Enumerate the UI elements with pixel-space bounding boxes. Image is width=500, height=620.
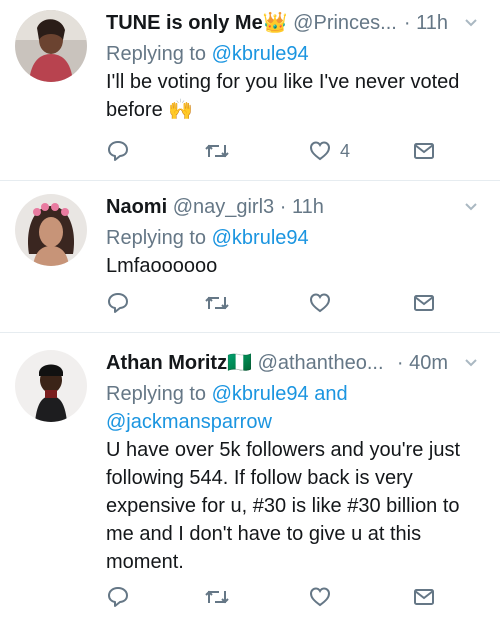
nigeria-flag-emoji: 🇳🇬: [227, 352, 252, 374]
display-name[interactable]: Athan Moritz: [106, 352, 227, 374]
timestamp[interactable]: 40m: [409, 352, 448, 374]
timestamp[interactable]: 11h: [292, 196, 324, 218]
like-button[interactable]: [308, 288, 332, 318]
reply-context: Replying to @kbrule94 and @jackmansparro…: [106, 380, 486, 436]
tweet-actions: [0, 288, 500, 318]
crown-emoji: 👑: [262, 12, 288, 34]
reply-icon: [108, 293, 128, 313]
tweet-body: I'll be voting for you like I've never v…: [106, 71, 460, 121]
tweet-1[interactable]: TUNE is only Me👑 @Princes... · 11h Reply…: [0, 0, 500, 181]
tweet-text: I'll be voting for you like I've never v…: [106, 68, 486, 124]
heart-icon: [309, 141, 331, 161]
avatar[interactable]: [15, 350, 87, 422]
like-button[interactable]: 4: [308, 136, 350, 166]
envelope-icon: [414, 589, 434, 605]
user-handle[interactable]: @athantheo...: [258, 352, 384, 374]
reply-button[interactable]: [106, 288, 130, 318]
reply-mention-2[interactable]: @jackmansparrow: [106, 411, 272, 433]
like-button[interactable]: [308, 582, 332, 612]
retweet-button[interactable]: [204, 136, 230, 166]
retweet-button[interactable]: [204, 288, 230, 318]
reply-prefix: Replying to: [106, 227, 207, 249]
tweet-2[interactable]: Naomi @nay_girl3 · 11h Replying to @kbru…: [0, 180, 500, 333]
reply-prefix: Replying to: [106, 43, 207, 65]
reply-mention[interactable]: @kbrule94: [212, 227, 309, 249]
message-button[interactable]: [412, 582, 436, 612]
avatar[interactable]: [15, 194, 87, 266]
heart-icon: [309, 587, 331, 607]
envelope-icon: [414, 295, 434, 311]
chevron-down-icon[interactable]: [464, 346, 478, 393]
message-button[interactable]: [412, 288, 436, 318]
heart-icon: [309, 293, 331, 313]
display-name[interactable]: Naomi: [106, 196, 167, 218]
tweet-3[interactable]: Athan Moritz🇳🇬 @athantheo... · 40m Reply…: [0, 332, 500, 620]
reply-button[interactable]: [106, 136, 130, 166]
reply-and[interactable]: and: [314, 383, 347, 405]
reply-context: Replying to @kbrule94: [106, 40, 486, 68]
separator: ·: [396, 352, 404, 374]
reply-mention[interactable]: @kbrule94: [212, 383, 309, 405]
tweet-actions: 4: [0, 136, 500, 166]
tweet-header: TUNE is only Me👑 @Princes... · 11h: [106, 6, 486, 40]
retweet-icon: [205, 590, 229, 604]
avatar[interactable]: [15, 10, 87, 82]
tweet-header: Athan Moritz🇳🇬 @athantheo... · 40m: [106, 346, 486, 380]
retweet-icon: [205, 296, 229, 310]
retweet-button[interactable]: [204, 582, 230, 612]
raised-hands-emoji: 🙌: [168, 99, 194, 121]
message-button[interactable]: [412, 136, 436, 166]
reply-mention[interactable]: @kbrule94: [212, 43, 309, 65]
tweet-actions: [0, 582, 500, 612]
reply-icon: [108, 141, 128, 161]
tweet-text: U have over 5k followers and you're just…: [106, 439, 460, 573]
user-handle[interactable]: @Princes...: [293, 12, 397, 34]
tweet-text: Lmfaoooooo: [106, 255, 218, 277]
user-handle[interactable]: @nay_girl3: [173, 196, 274, 218]
display-name[interactable]: TUNE is only Me: [106, 12, 263, 34]
reply-icon: [108, 587, 128, 607]
chevron-down-icon[interactable]: [464, 6, 478, 53]
timestamp[interactable]: 11h: [416, 12, 448, 34]
envelope-icon: [414, 143, 434, 159]
like-count: 4: [340, 140, 351, 161]
reply-context: Replying to @kbrule94: [106, 224, 486, 252]
reply-prefix: Replying to: [106, 383, 207, 405]
tweet-header: Naomi @nay_girl3 · 11h: [106, 190, 486, 224]
chevron-down-icon[interactable]: [464, 190, 478, 237]
retweet-icon: [205, 144, 229, 158]
separator: ·: [279, 196, 287, 218]
separator: ·: [403, 12, 411, 34]
reply-button[interactable]: [106, 582, 130, 612]
